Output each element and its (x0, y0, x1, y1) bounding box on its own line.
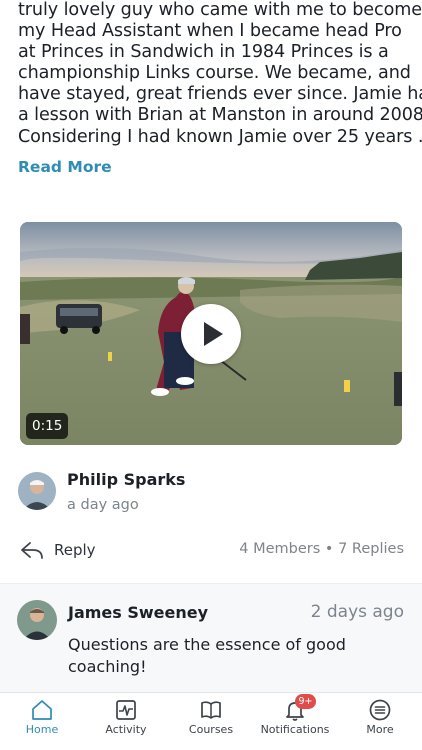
reply-button[interactable]: Reply (20, 536, 96, 564)
author-name[interactable]: Philip Sparks (67, 470, 185, 489)
tab-notifications[interactable]: 9+ Notifications (253, 693, 337, 750)
post-body-line: Considering I had known Jamie over 25 ye… (18, 126, 422, 147)
tab-home[interactable]: Home (0, 693, 84, 750)
play-icon (204, 322, 223, 346)
members-replies-count: 4 Members • 7 Replies (239, 541, 404, 557)
courses-icon (201, 701, 221, 719)
reply-text: Questions are the essence of good coachi… (68, 635, 346, 676)
bottom-tab-bar: Home Activity Courses 9+ Notifications M… (0, 692, 422, 750)
author-avatar[interactable] (18, 472, 56, 510)
post-body-line: truly lovely guy who came with me to bec… (18, 0, 422, 20)
reply-timestamp: 2 days ago (310, 602, 404, 622)
post-body-line: championship Links course. We became, an… (18, 63, 411, 84)
tab-label: Activity (105, 723, 147, 736)
tab-label: Home (25, 723, 59, 736)
reply-author-avatar[interactable] (17, 600, 57, 640)
tab-more[interactable]: More (338, 693, 422, 750)
reply-icon (21, 542, 43, 559)
reply-author-name[interactable]: James Sweeney (68, 603, 208, 622)
notification-badge: 9+ (295, 694, 316, 709)
tab-label: More (366, 723, 394, 736)
post-body-line: at Princes in Sandwich in 1984 Princes i… (18, 42, 389, 63)
tab-label: Notifications (260, 723, 330, 736)
read-more-link[interactable]: Read More (18, 158, 112, 176)
play-button[interactable] (181, 304, 241, 364)
avatar-image (18, 472, 56, 510)
post-body-text: truly lovely guy who came with me to bec… (18, 0, 422, 148)
video-duration: 0:15 (26, 413, 69, 439)
post-timestamp: a day ago (67, 497, 139, 513)
post-body-line: a lesson with Brian at Manston in around… (18, 105, 422, 126)
avatar-image (17, 600, 57, 640)
activity-icon (116, 700, 136, 720)
tab-activity[interactable]: Activity (84, 693, 168, 750)
tab-label: Courses (188, 723, 234, 736)
home-icon (32, 700, 52, 720)
menu-icon (369, 699, 391, 721)
reply-label: Reply (54, 541, 96, 559)
post-body-line: my Head Assistant when I became head Pro (18, 21, 402, 42)
tab-courses[interactable]: Courses (169, 693, 253, 750)
screen: truly lovely guy who came with me to bec… (0, 0, 422, 750)
post-body-line: have stayed, great friends ever since. J… (18, 84, 422, 105)
